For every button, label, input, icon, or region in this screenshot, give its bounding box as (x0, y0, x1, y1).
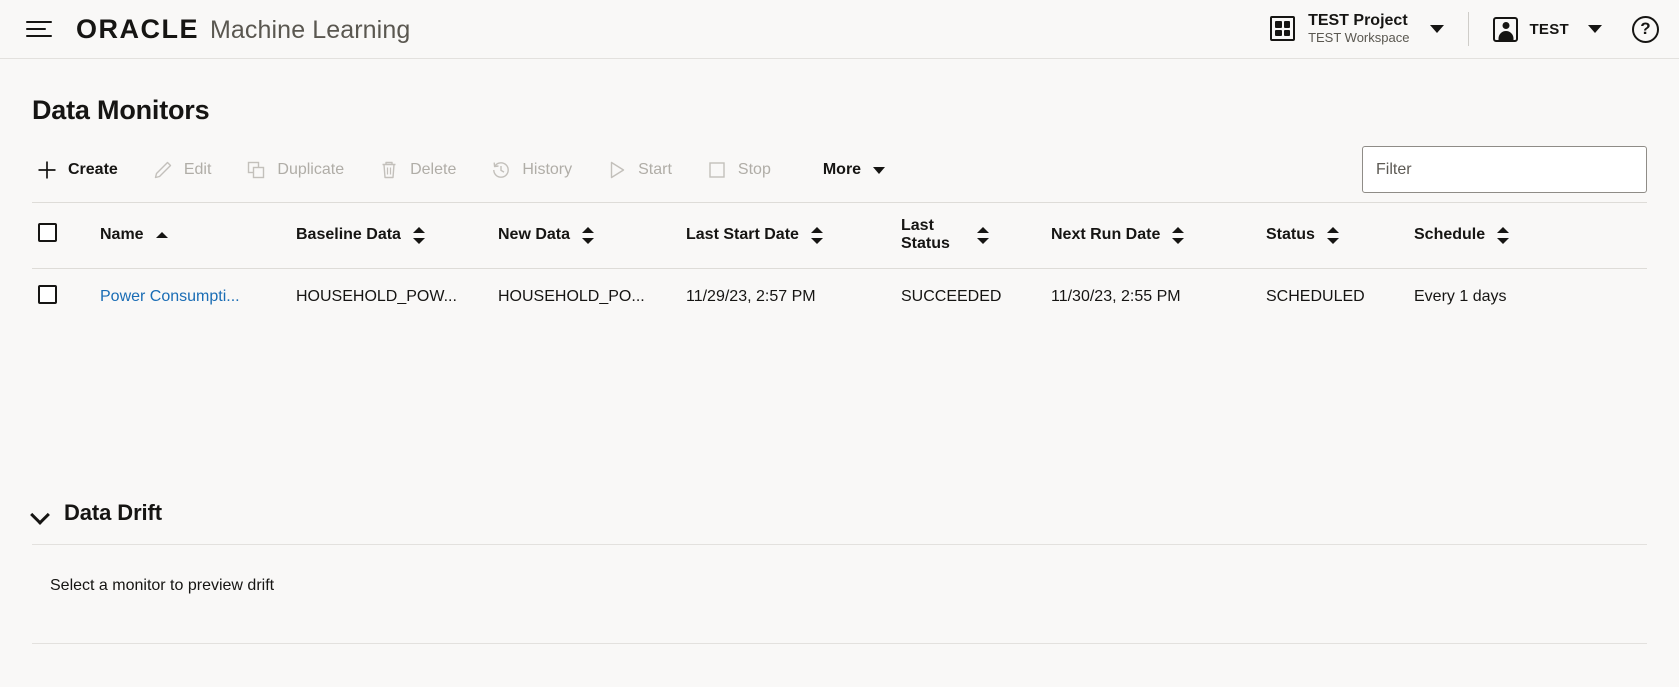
select-all-checkbox[interactable] (38, 223, 57, 243)
sort-icon[interactable] (1326, 226, 1340, 244)
toolbar: Create Edit Duplicate Delete History Sta… (32, 138, 1647, 202)
table-row[interactable]: Power Consumpti... HOUSEHOLD_POW... HOUS… (32, 268, 1647, 325)
column-label-schedule: Schedule (1414, 226, 1486, 244)
column-label-new-data: New Data (498, 226, 571, 244)
history-button[interactable]: History (486, 153, 588, 187)
copy-icon (245, 159, 267, 181)
duplicate-button[interactable]: Duplicate (241, 153, 360, 187)
select-all-header (32, 202, 94, 269)
cell-baseline-data: HOUSEHOLD_POW... (296, 287, 457, 305)
project-selector[interactable]: TEST Project TEST Workspace (1264, 8, 1450, 49)
column-header-name[interactable]: Name (94, 202, 290, 269)
column-label-status: Status (1266, 226, 1315, 244)
sort-ascending-icon[interactable] (155, 230, 169, 240)
product-name: Machine Learning (210, 15, 411, 44)
data-monitors-table: Name Baseline Data New Data Last Start D… (32, 202, 1647, 326)
column-label-baseline-data: Baseline Data (296, 226, 401, 244)
data-drift-section-header[interactable]: Data Drift (32, 500, 1647, 526)
edit-button-label: Edit (183, 161, 212, 178)
history-button-label: History (522, 161, 573, 178)
user-badge-icon (1493, 16, 1519, 42)
hamburger-icon[interactable] (26, 14, 56, 44)
table-header: Name Baseline Data New Data Last Start D… (32, 202, 1647, 269)
plus-icon (36, 159, 58, 181)
oracle-logo-text: ORACLE (76, 13, 199, 44)
stop-icon (706, 159, 728, 181)
search-input[interactable] (1362, 146, 1647, 193)
page-title: Data Monitors (32, 95, 210, 125)
sort-icon[interactable] (1172, 226, 1185, 244)
row-select-cell (32, 268, 94, 325)
cell-status: SCHEDULED (1266, 287, 1365, 305)
column-label-name: Name (100, 226, 144, 244)
delete-button-label: Delete (410, 161, 457, 178)
cell-next-run-date: 11/30/23, 2:55 PM (1051, 287, 1181, 305)
sort-icon[interactable] (810, 226, 824, 244)
cell-schedule: Every 1 days (1414, 287, 1507, 305)
project-text: TEST Project TEST Workspace (1308, 12, 1409, 45)
start-button[interactable]: Start (602, 153, 688, 187)
help-icon[interactable]: ? (1632, 15, 1659, 43)
stop-button-label: Stop (737, 161, 771, 178)
monitor-name-link[interactable]: Power Consumpti... (100, 288, 240, 305)
chevron-down-icon[interactable] (1588, 25, 1602, 33)
column-header-status[interactable]: Status (1260, 202, 1408, 269)
header-divider (1468, 12, 1470, 46)
column-header-next-run-date[interactable]: Next Run Date (1045, 202, 1260, 269)
data-drift-title: Data Drift (64, 499, 163, 525)
stop-button[interactable]: Stop (702, 153, 787, 187)
delete-button[interactable]: Delete (374, 153, 472, 187)
chevron-down-icon[interactable] (32, 508, 48, 518)
data-monitors-page: ORACLE Machine Learning TEST Project TES… (0, 0, 1679, 687)
cell-name: Power Consumpti... (94, 268, 290, 325)
filter-container (1362, 146, 1647, 193)
grid-icon (1270, 16, 1296, 42)
trash-icon (378, 159, 400, 181)
column-header-new-data[interactable]: New Data (492, 202, 680, 269)
edit-button[interactable]: Edit (148, 153, 228, 187)
sort-icon[interactable] (412, 226, 426, 244)
page-content: Data Monitors Create Edit Duplicate Dele… (0, 95, 1679, 644)
column-header-last-start-date[interactable]: Last Start Date (680, 202, 895, 269)
user-menu[interactable]: TEST (1487, 13, 1608, 46)
data-drift-empty-message: Select a monitor to preview drift (50, 576, 275, 594)
pencil-icon (152, 159, 174, 181)
duplicate-button-label: Duplicate (277, 161, 345, 178)
create-button[interactable]: Create (32, 153, 134, 187)
brand: ORACLE Machine Learning (76, 14, 410, 45)
sort-icon[interactable] (1497, 226, 1510, 244)
column-header-last-status[interactable]: Last Status (895, 202, 1045, 269)
sort-icon[interactable] (582, 226, 595, 244)
table-body: Power Consumpti... HOUSEHOLD_POW... HOUS… (32, 268, 1647, 325)
user-name: TEST (1529, 20, 1569, 38)
chevron-down-icon[interactable] (1430, 24, 1445, 33)
cell-last-status: SUCCEEDED (901, 287, 1002, 305)
create-button-label: Create (68, 161, 118, 178)
more-menu-label: More (822, 161, 862, 178)
row-checkbox[interactable] (38, 284, 57, 304)
column-header-baseline-data[interactable]: Baseline Data (290, 202, 492, 269)
bottom-divider (32, 642, 1647, 644)
caret-down-icon (873, 166, 886, 174)
cell-new-data: HOUSEHOLD_PO... (498, 287, 645, 305)
start-button-label: Start (638, 161, 672, 178)
column-label-last-status: Last Status (901, 217, 950, 253)
more-menu-button[interactable]: More (822, 161, 886, 179)
sort-icon[interactable] (977, 226, 990, 244)
project-workspace: TEST Workspace (1308, 30, 1410, 46)
cell-last-start-date: 11/29/23, 2:57 PM (686, 287, 816, 305)
app-header: ORACLE Machine Learning TEST Project TES… (0, 0, 1679, 59)
column-label-next-run-date: Next Run Date (1051, 226, 1161, 244)
project-name: TEST Project (1308, 12, 1408, 30)
play-icon (606, 159, 628, 181)
column-label-last-start-date: Last Start Date (686, 226, 799, 244)
column-header-schedule[interactable]: Schedule (1408, 202, 1647, 269)
history-icon (490, 159, 512, 181)
table-header-row: Name Baseline Data New Data Last Start D… (32, 202, 1647, 269)
